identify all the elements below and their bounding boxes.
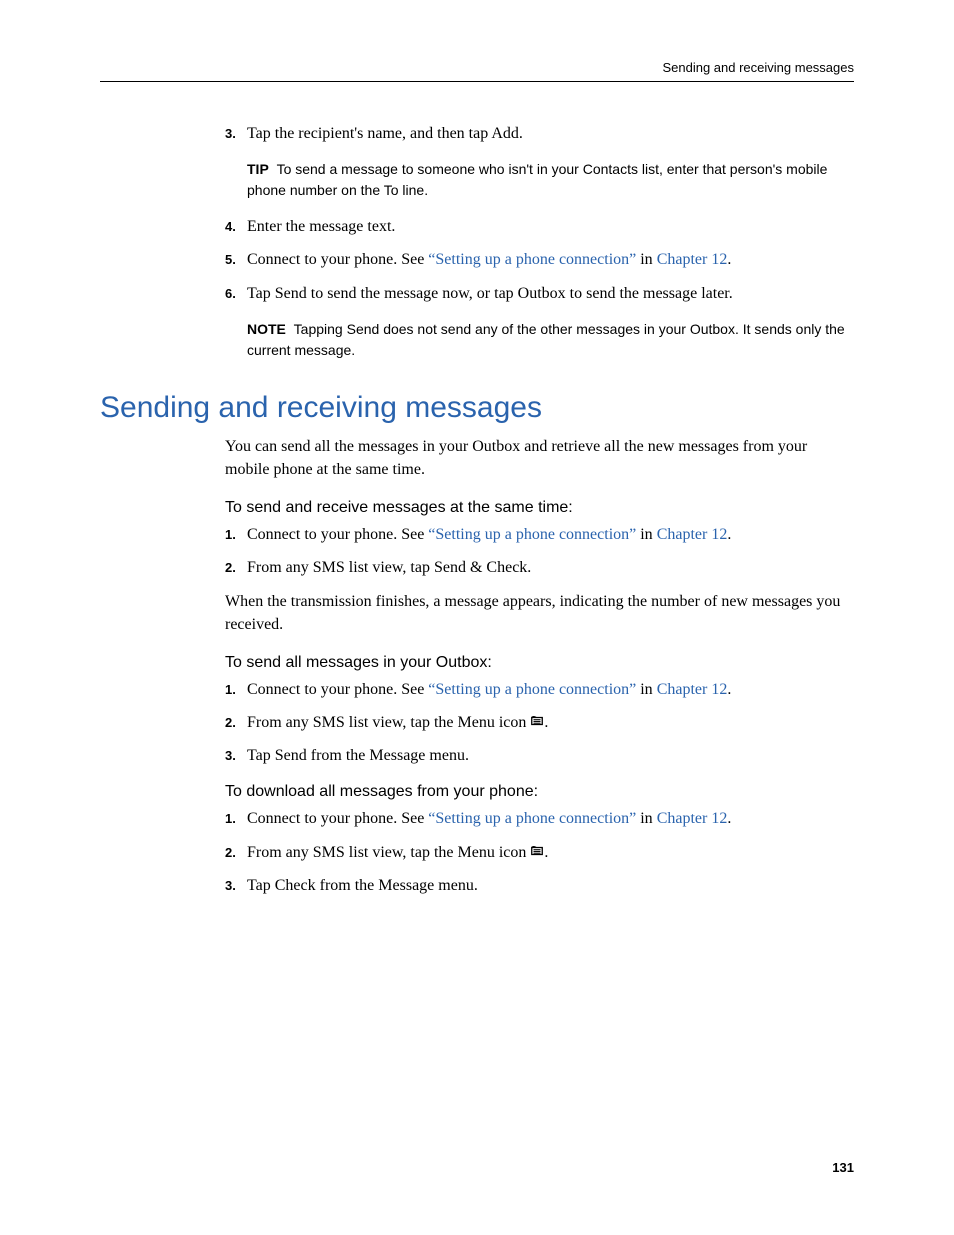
steps-continued: 3. Tap the recipient's name, and then ta… <box>225 122 854 145</box>
step-3: 3. Tap the recipient's name, and then ta… <box>225 122 854 145</box>
menu-icon <box>530 844 544 858</box>
step: 3. Tap Check from the Message menu. <box>225 874 854 897</box>
link-chapter-12[interactable]: Chapter 12 <box>657 526 728 543</box>
text: in <box>636 681 656 698</box>
text: . <box>727 526 731 543</box>
menu-icon <box>530 714 544 728</box>
step-text: From any SMS list view, tap the Menu ico… <box>247 711 854 734</box>
after-text: When the transmission finishes, a messag… <box>225 590 854 636</box>
step-marker: 3. <box>225 877 247 896</box>
text: in <box>636 526 656 543</box>
text: Connect to your phone. See <box>247 810 428 827</box>
tip-label: TIP <box>247 161 269 177</box>
tip-callout: TIP To send a message to someone who isn… <box>247 159 854 201</box>
step: 3. Tap Send from the Message menu. <box>225 744 854 767</box>
link-chapter-12[interactable]: Chapter 12 <box>657 681 728 698</box>
text: Connect to your phone. See <box>247 526 428 543</box>
step-marker: 5. <box>225 251 247 270</box>
step-marker: 1. <box>225 810 247 829</box>
step-text: Tap Send from the Message menu. <box>247 744 854 767</box>
text: . <box>727 681 731 698</box>
text: . <box>544 844 548 861</box>
text: in <box>636 810 656 827</box>
page: Sending and receiving messages 3. Tap th… <box>0 0 954 1235</box>
running-header: Sending and receiving messages <box>100 60 854 82</box>
tip-text: To send a message to someone who isn't i… <box>247 161 827 198</box>
step-text: Tap the recipient's name, and then tap A… <box>247 122 854 145</box>
step: 1. Connect to your phone. See “Setting u… <box>225 807 854 830</box>
subhead: To download all messages from your phone… <box>225 783 854 801</box>
step-marker: 3. <box>225 747 247 766</box>
page-number: 131 <box>832 1160 854 1175</box>
content: 3. Tap the recipient's name, and then ta… <box>225 122 854 361</box>
step-marker: 2. <box>225 559 247 578</box>
step-text: Connect to your phone. See “Setting up a… <box>247 248 854 271</box>
step-text: Tap Check from the Message menu. <box>247 874 854 897</box>
note-callout: NOTE Tapping Send does not send any of t… <box>247 319 854 361</box>
steps-s3: 1. Connect to your phone. See “Setting u… <box>225 807 854 897</box>
steps-s1: 1. Connect to your phone. See “Setting u… <box>225 523 854 579</box>
step-text: Tap Send to send the message now, or tap… <box>247 282 854 305</box>
text: . <box>727 810 731 827</box>
step-text: Connect to your phone. See “Setting up a… <box>247 678 854 701</box>
section-body: You can send all the messages in your Ou… <box>225 435 854 897</box>
link-setting-up-phone[interactable]: “Setting up a phone connection” <box>428 526 636 543</box>
step-text: Enter the message text. <box>247 215 854 238</box>
link-setting-up-phone[interactable]: “Setting up a phone connection” <box>428 251 636 268</box>
step-text: From any SMS list view, tap the Menu ico… <box>247 841 854 864</box>
text: From any SMS list view, tap the Menu ico… <box>247 714 530 731</box>
section-heading: Sending and receiving messages <box>100 391 854 425</box>
step-marker: 2. <box>225 844 247 863</box>
link-chapter-12[interactable]: Chapter 12 <box>657 810 728 827</box>
step: 2. From any SMS list view, tap Send & Ch… <box>225 556 854 579</box>
step-6: 6. Tap Send to send the message now, or … <box>225 282 854 305</box>
step-text: From any SMS list view, tap Send & Check… <box>247 556 854 579</box>
link-setting-up-phone[interactable]: “Setting up a phone connection” <box>428 681 636 698</box>
note-text: Tapping Send does not send any of the ot… <box>247 321 845 358</box>
step: 2. From any SMS list view, tap the Menu … <box>225 711 854 734</box>
step: 1. Connect to your phone. See “Setting u… <box>225 678 854 701</box>
intro-text: You can send all the messages in your Ou… <box>225 435 854 481</box>
step-marker: 2. <box>225 714 247 733</box>
subhead: To send and receive messages at the same… <box>225 499 854 517</box>
step-marker: 6. <box>225 285 247 304</box>
text: Connect to your phone. See <box>247 251 428 268</box>
text: . <box>727 251 731 268</box>
step: 2. From any SMS list view, tap the Menu … <box>225 841 854 864</box>
step-marker: 1. <box>225 681 247 700</box>
step-5: 5. Connect to your phone. See “Setting u… <box>225 248 854 271</box>
text: From any SMS list view, tap the Menu ico… <box>247 844 530 861</box>
step-4: 4. Enter the message text. <box>225 215 854 238</box>
steps-s2: 1. Connect to your phone. See “Setting u… <box>225 678 854 768</box>
text: . <box>544 714 548 731</box>
step-text: Connect to your phone. See “Setting up a… <box>247 807 854 830</box>
step-marker: 4. <box>225 218 247 237</box>
text: Connect to your phone. See <box>247 681 428 698</box>
link-chapter-12[interactable]: Chapter 12 <box>657 251 728 268</box>
note-label: NOTE <box>247 321 286 337</box>
step-marker: 1. <box>225 526 247 545</box>
step-text: Connect to your phone. See “Setting up a… <box>247 523 854 546</box>
step: 1. Connect to your phone. See “Setting u… <box>225 523 854 546</box>
link-setting-up-phone[interactable]: “Setting up a phone connection” <box>428 810 636 827</box>
step-marker: 3. <box>225 125 247 144</box>
steps-continued-2: 4. Enter the message text. 5. Connect to… <box>225 215 854 305</box>
text: in <box>636 251 656 268</box>
subhead: To send all messages in your Outbox: <box>225 654 854 672</box>
